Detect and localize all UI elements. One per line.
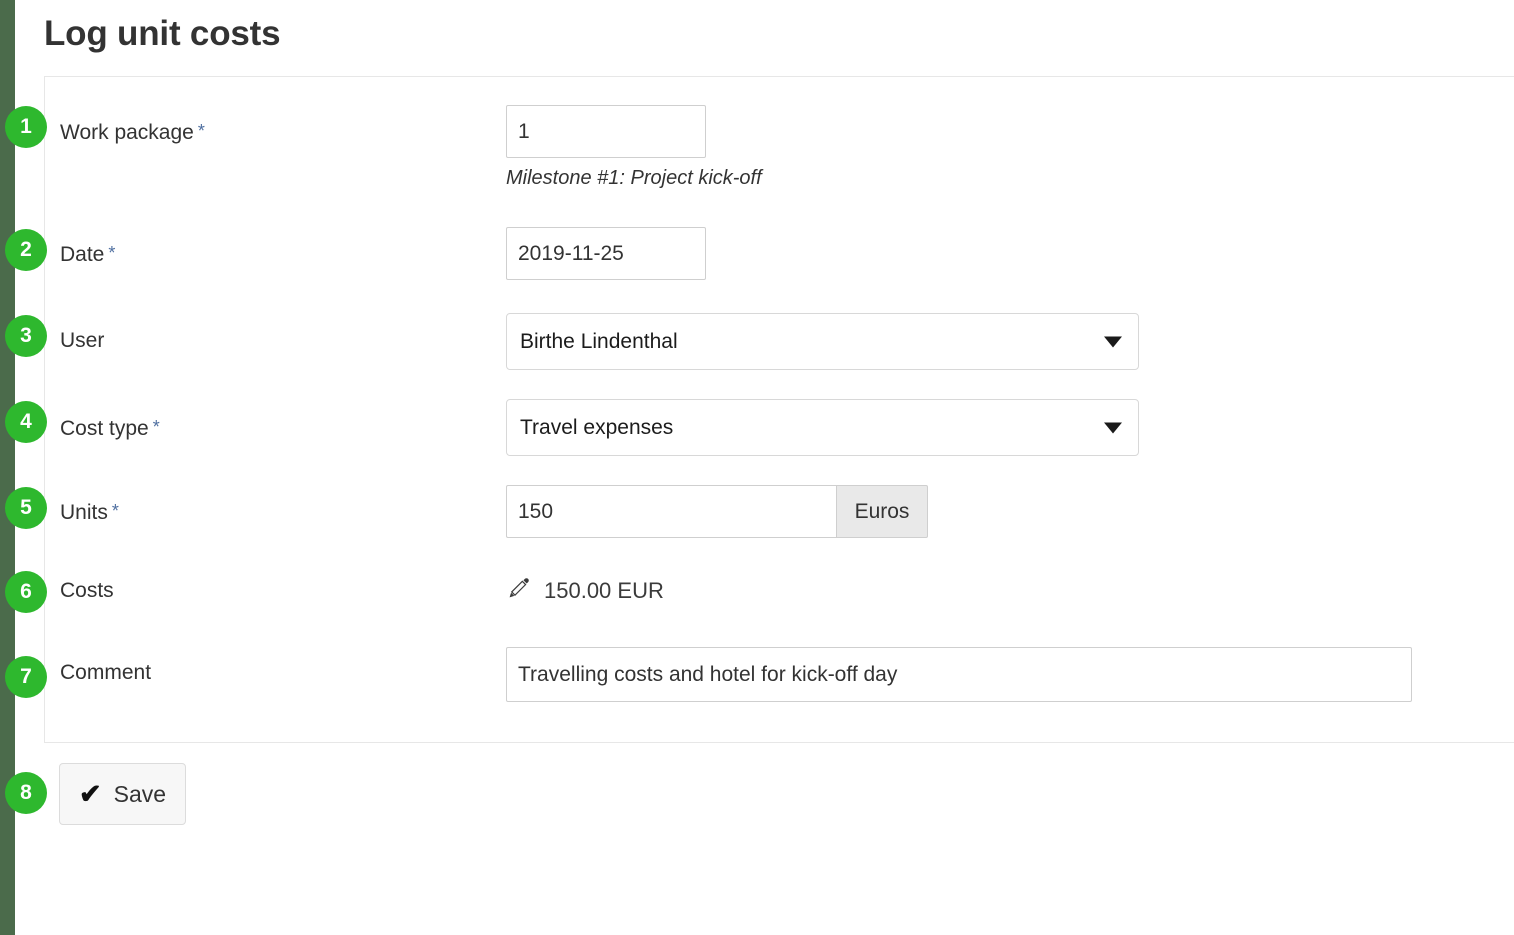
annotation-badge-8: 8 xyxy=(5,772,47,814)
user-label: User xyxy=(60,329,105,352)
required-indicator: * xyxy=(111,501,119,521)
cost-type-select[interactable]: Travel expenses xyxy=(506,399,1139,456)
required-indicator: * xyxy=(197,121,205,141)
save-button-label: Save xyxy=(113,780,167,807)
comment-label: Comment xyxy=(60,661,152,684)
units-addon-label: Euros xyxy=(836,485,928,538)
costs-display[interactable]: 150.00 EUR xyxy=(506,575,664,606)
date-input[interactable] xyxy=(506,227,706,280)
save-button[interactable]: ✔ Save xyxy=(59,763,187,825)
page-title: Log unit costs xyxy=(44,14,281,53)
comment-field-col xyxy=(506,647,1412,702)
annotation-badge-2: 2 xyxy=(5,229,47,271)
annotation-badge-6: 6 xyxy=(5,571,47,613)
work-package-input[interactable] xyxy=(506,105,706,158)
cost-type-field-col: Travel expenses xyxy=(506,399,1139,456)
units-field-col: Euros xyxy=(506,485,928,538)
date-label: Date * xyxy=(60,243,116,266)
required-indicator: * xyxy=(108,243,116,263)
date-field-col xyxy=(506,227,706,280)
comment-input[interactable] xyxy=(506,647,1412,702)
annotation-badge-7: 7 xyxy=(5,656,47,698)
check-icon: ✔ xyxy=(79,778,102,809)
user-select-wrap: Birthe Lindenthal xyxy=(506,313,1139,370)
page-container: Log unit costs Work package* Milestone #… xyxy=(15,0,1514,935)
pencil-icon[interactable] xyxy=(506,575,532,606)
annotation-badge-3: 3 xyxy=(5,315,47,357)
annotation-badge-4: 4 xyxy=(5,401,47,443)
cost-type-label: Cost type * xyxy=(60,417,160,440)
annotation-badge-5: 5 xyxy=(5,487,47,529)
costs-label: Costs xyxy=(60,579,114,602)
annotation-badge-1: 1 xyxy=(5,106,47,148)
user-field-col: Birthe Lindenthal xyxy=(506,313,1139,370)
work-package-hint: Milestone #1: Project kick-off xyxy=(506,167,762,189)
units-label: Units * xyxy=(60,501,119,524)
work-package-field-col: Milestone #1: Project kick-off xyxy=(506,105,762,191)
units-input[interactable] xyxy=(506,485,836,538)
work-package-label: Work package * xyxy=(60,121,205,144)
log-unit-costs-form: Work package* Milestone #1: Project kick… xyxy=(44,76,1514,743)
costs-field-col: 150.00 EUR xyxy=(506,575,664,606)
cost-type-select-wrap: Travel expenses xyxy=(506,399,1139,456)
required-indicator: * xyxy=(152,417,160,437)
costs-value: 150.00 EUR xyxy=(544,577,664,603)
units-input-group: Euros xyxy=(506,485,928,538)
user-select[interactable]: Birthe Lindenthal xyxy=(506,313,1139,370)
